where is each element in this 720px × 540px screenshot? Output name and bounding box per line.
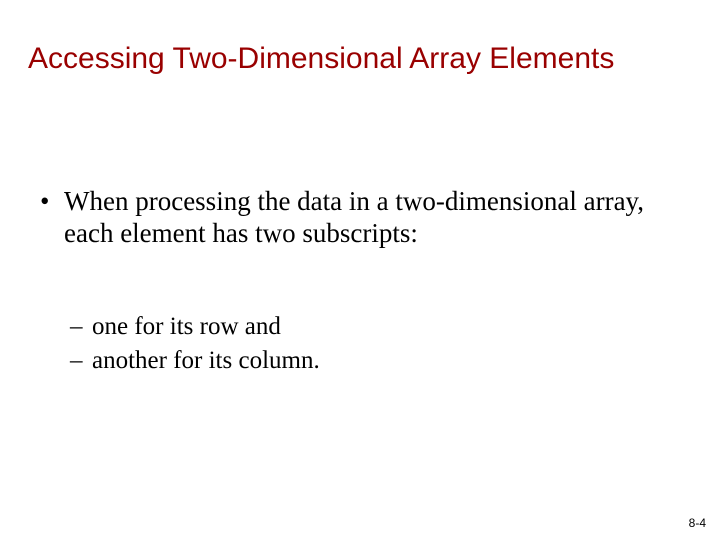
bullet-main: When processing the data in a two-dimens…: [36, 185, 684, 250]
sub-bullet-1: one for its row and: [70, 310, 684, 344]
slide-body: When processing the data in a two-dimens…: [36, 185, 684, 377]
slide: Accessing Two-Dimensional Array Elements…: [0, 0, 720, 540]
sub-bullet-2: another for its column.: [70, 344, 684, 378]
slide-title: Accessing Two-Dimensional Array Elements: [28, 42, 692, 77]
sub-bullet-list: one for its row and another for its colu…: [70, 310, 684, 378]
slide-number: 8-4: [689, 516, 706, 530]
